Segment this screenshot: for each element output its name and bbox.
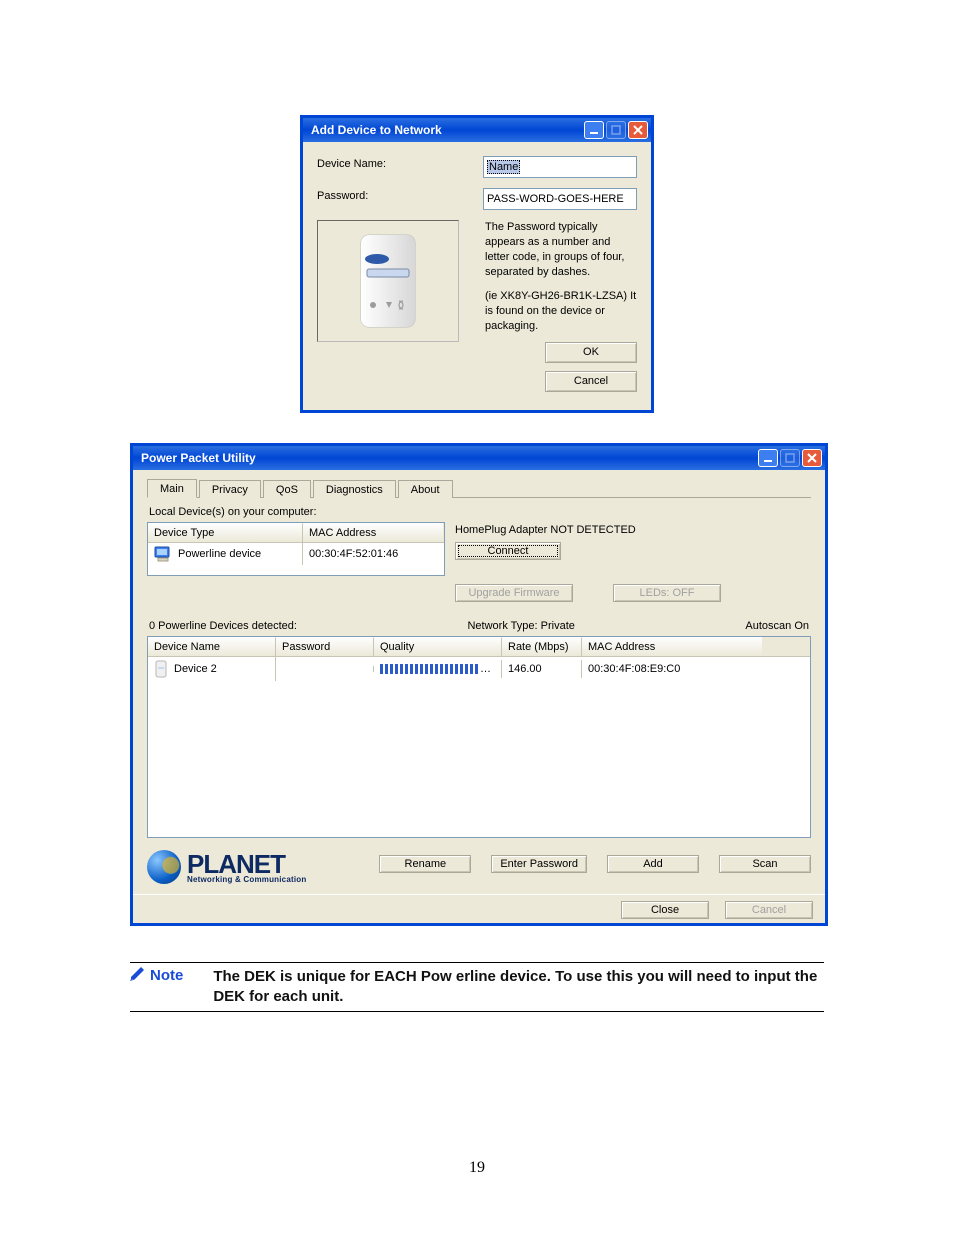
- remote-devices-list[interactable]: Device Name Password Quality Rate (Mbps)…: [147, 636, 811, 838]
- password-hint-1: The Password typically appears as a numb…: [485, 220, 637, 279]
- tab-privacy[interactable]: Privacy: [199, 480, 261, 498]
- note-block: Note The DEK is unique for EACH Pow erli…: [130, 962, 824, 1013]
- quality-bar-icon: [380, 664, 480, 674]
- ppu-title: Power Packet Utility: [141, 451, 256, 465]
- computer-icon: [154, 546, 172, 562]
- page-number: 19: [0, 1159, 954, 1177]
- add-button[interactable]: Add: [607, 855, 699, 873]
- globe-icon: [147, 850, 181, 884]
- col-device-type[interactable]: Device Type: [148, 523, 303, 542]
- upgrade-firmware-button: Upgrade Firmware: [455, 584, 573, 602]
- adapter-status: HomePlug Adapter NOT DETECTED: [455, 524, 811, 536]
- add-device-title: Add Device to Network: [311, 123, 442, 137]
- local-device-row[interactable]: Powerline device 00:30:4F:52:01:46: [148, 543, 444, 565]
- note-text: The DEK is unique for EACH Pow erline de…: [213, 967, 824, 1008]
- col-quality[interactable]: Quality: [374, 637, 502, 656]
- autoscan-label: Autoscan On: [745, 620, 809, 632]
- adapter-icon: [154, 660, 168, 678]
- password-label: Password:: [317, 188, 483, 202]
- device-name-label: Device Name:: [317, 156, 483, 170]
- password-input[interactable]: PASS-WORD-GOES-HERE: [483, 188, 637, 210]
- col-password[interactable]: Password: [276, 637, 374, 656]
- tab-qos[interactable]: QoS: [263, 480, 311, 498]
- remote-device-row[interactable]: Device 2 … 146.00 00:30:4F:08:E9:C0: [148, 657, 810, 681]
- ok-button[interactable]: OK: [545, 342, 637, 363]
- add-device-titlebar[interactable]: Add Device to Network: [303, 118, 651, 142]
- password-hint-2: (ie XK8Y-GH26-BR1K-LZSA) It is found on …: [485, 289, 637, 334]
- leds-button: LEDs: OFF: [613, 584, 721, 602]
- power-packet-utility-window: Power Packet Utility Main Privacy QoS Di…: [130, 443, 828, 926]
- cancel-button: Cancel: [725, 901, 813, 919]
- col-mac[interactable]: MAC Address: [582, 637, 762, 656]
- add-device-dialog: Add Device to Network Device Name: Name …: [300, 115, 654, 413]
- note-label-text: Note: [150, 967, 183, 984]
- rename-button[interactable]: Rename: [379, 855, 471, 873]
- tab-about[interactable]: About: [398, 480, 453, 498]
- close-icon[interactable]: [628, 121, 648, 139]
- planet-logo: PLANET Networking & Communication: [147, 844, 306, 884]
- local-devices-label: Local Device(s) on your computer:: [149, 506, 811, 518]
- maximize-icon: [606, 121, 626, 139]
- local-devices-list[interactable]: Device Type MAC Address Powerline devi: [147, 522, 445, 576]
- pencil-icon: [130, 967, 146, 981]
- maximize-icon: [780, 449, 800, 467]
- enter-password-button[interactable]: Enter Password: [491, 855, 587, 873]
- tab-bar: Main Privacy QoS Diagnostics About: [147, 478, 811, 498]
- col-device-name[interactable]: Device Name: [148, 637, 276, 656]
- ppu-titlebar[interactable]: Power Packet Utility: [133, 446, 825, 470]
- devices-detected-label: 0 Powerline Devices detected:: [149, 620, 297, 632]
- device-image: [317, 220, 459, 342]
- device-name-input[interactable]: Name: [483, 156, 637, 178]
- connect-button[interactable]: Connect: [455, 542, 561, 560]
- scan-button[interactable]: Scan: [719, 855, 811, 873]
- close-icon[interactable]: [802, 449, 822, 467]
- tab-main[interactable]: Main: [147, 479, 197, 498]
- cancel-button[interactable]: Cancel: [545, 371, 637, 392]
- minimize-icon[interactable]: [758, 449, 778, 467]
- col-mac-address[interactable]: MAC Address: [303, 523, 443, 542]
- tab-diagnostics[interactable]: Diagnostics: [313, 480, 396, 498]
- network-type-label: Network Type: Private: [467, 620, 574, 632]
- minimize-icon[interactable]: [584, 121, 604, 139]
- col-rate[interactable]: Rate (Mbps): [502, 637, 582, 656]
- close-button[interactable]: Close: [621, 901, 709, 919]
